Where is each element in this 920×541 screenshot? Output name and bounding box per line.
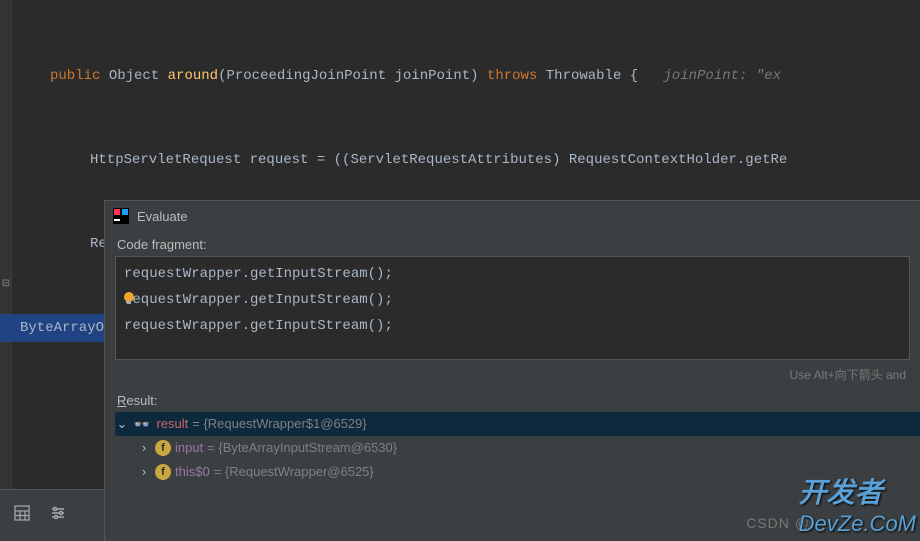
result-tree[interactable]: ⌄ 👓 result = {RequestWrapper$1@6529} › f… [105,412,920,484]
settings-icon[interactable] [50,505,66,526]
intellij-icon [113,208,129,224]
keyboard-hint: Use Alt+向下箭头 and [105,364,920,389]
var-name: this$0 [175,460,210,484]
field-icon: f [155,464,171,480]
chevron-right-icon[interactable]: › [137,460,151,484]
watch-icon: 👓 [133,412,150,436]
intention-bulb-icon[interactable] [122,289,136,303]
field-icon: f [155,440,171,456]
evaluate-panel: Evaluate Code fragment: requestWrapper.g… [104,200,920,541]
calculator-icon[interactable] [14,505,30,526]
var-value: = {RequestWrapper@6525} [214,460,374,484]
chevron-down-icon[interactable]: ⌄ [115,412,129,436]
csdn-watermark: CSDN @ [746,515,810,531]
ide-editor: ⊟ public Object around(ProceedingJoinPoi… [0,0,920,541]
var-value: = {ByteArrayInputStream@6530} [207,436,397,460]
tree-child[interactable]: › f this$0 = {RequestWrapper@6525} [115,460,920,484]
var-name: result [156,412,188,436]
evaluate-title: Evaluate [137,209,188,224]
editor-gutter[interactable] [0,0,12,541]
fragment-line[interactable]: requestWrapper.getInputStream(); [124,313,901,339]
fragment-line[interactable]: requestWrapper.getInputStream(); [124,261,901,287]
code-fragment-label: Code fragment: [105,231,920,254]
var-value: = {RequestWrapper$1@6529} [192,412,367,436]
code-line[interactable]: HttpServletRequest request = ((ServletRe… [20,146,920,174]
fragment-line[interactable]: requestWrapper.getInputStream(); [124,287,901,313]
code-fragment-input[interactable]: requestWrapper.getInputStream(); request… [115,256,910,360]
code-line[interactable]: public Object around(ProceedingJoinPoint… [20,62,920,90]
gutter-collapse-icon[interactable]: ⊟ [0,278,12,290]
tree-child[interactable]: › f input = {ByteArrayInputStream@6530} [115,436,920,460]
chevron-right-icon[interactable]: › [137,436,151,460]
bottom-toolbar [0,489,104,541]
var-name: input [175,436,203,460]
evaluate-titlebar[interactable]: Evaluate [105,201,920,231]
result-label: Result: [105,389,920,412]
tree-root[interactable]: ⌄ 👓 result = {RequestWrapper$1@6529} [115,412,920,436]
